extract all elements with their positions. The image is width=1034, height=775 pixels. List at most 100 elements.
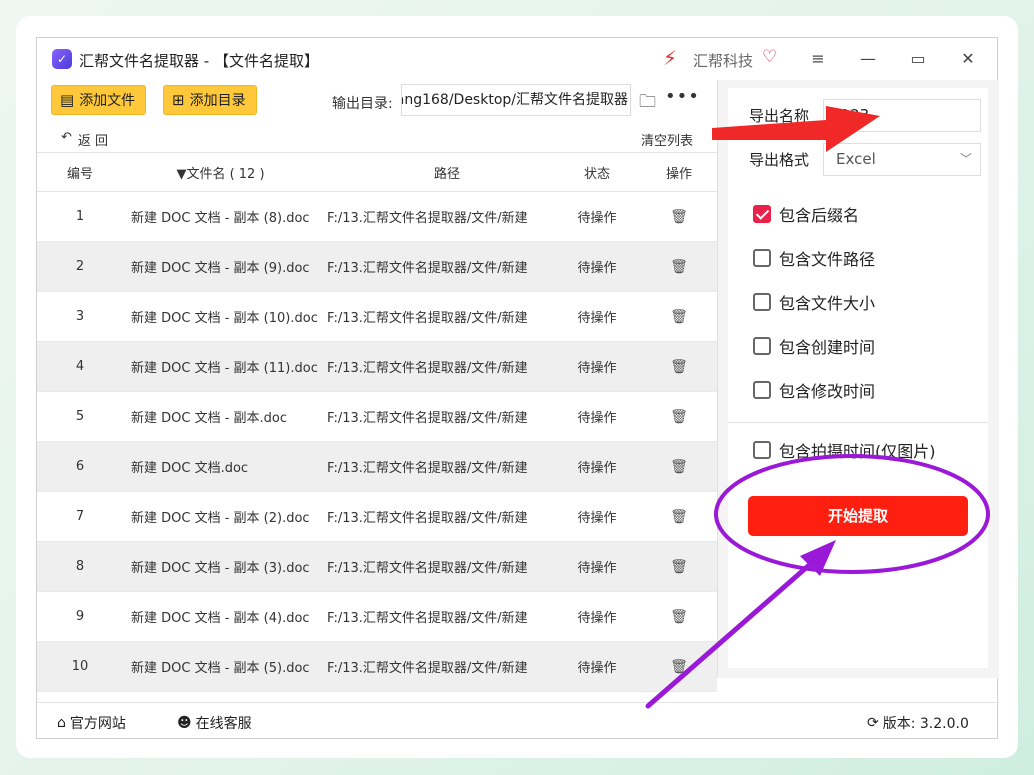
row-filename: 新建 DOC 文档 - 副本 (2).doc bbox=[131, 511, 310, 526]
table-row[interactable]: 1 新建 DOC 文档 - 副本 (8).doc F:/13.汇帮文件名提取器/文件… bbox=[37, 192, 717, 242]
output-dir-value: ang168/Desktop/汇帮文件名提取器 bbox=[401, 92, 628, 108]
minimize-icon[interactable]: — bbox=[855, 48, 881, 70]
file-table-body: 1 新建 DOC 文档 - 副本 (8).doc F:/13.汇帮文件名提取器/文件… bbox=[37, 192, 717, 702]
delete-button[interactable]: 🗑 bbox=[649, 192, 709, 241]
trash-icon: 🗑 bbox=[670, 358, 688, 375]
table-row[interactable]: 6 新建 DOC 文档.doc F:/13.汇帮文件名提取器/文件/新建... 待操作… bbox=[37, 442, 717, 492]
header-filename[interactable]: ▼文件名 ( 12 ) bbox=[123, 153, 318, 191]
delete-button[interactable]: 🗑 bbox=[649, 442, 709, 491]
row-status: 待操作 bbox=[577, 211, 617, 226]
delete-button[interactable]: 🗑 bbox=[649, 242, 709, 291]
folder-open-icon[interactable]: 🗀 bbox=[639, 89, 656, 118]
row-filename: 新建 DOC 文档 - 副本 (4).doc bbox=[131, 611, 310, 626]
delete-button[interactable]: 🗑 bbox=[649, 542, 709, 591]
option-checkbox-row[interactable]: 包含文件大小 bbox=[753, 290, 875, 314]
row-status: 待操作 bbox=[577, 361, 617, 376]
table-header: 编号 ▼文件名 ( 12 ) 路径 状态 操作 bbox=[37, 152, 717, 192]
row-status: 待操作 bbox=[577, 311, 617, 326]
row-status: 待操作 bbox=[577, 461, 617, 476]
row-status: 待操作 bbox=[577, 511, 617, 526]
heart-badge-icon[interactable]: ♡ bbox=[762, 47, 777, 67]
option-checkbox-row[interactable]: 包含文件路径 bbox=[753, 246, 875, 270]
delete-button[interactable]: 🗑 bbox=[649, 292, 709, 341]
option-label: 包含拍摄时间(仅图片) bbox=[779, 442, 936, 461]
checkbox[interactable] bbox=[753, 441, 771, 459]
option-checkbox-row[interactable]: 包含后缀名 bbox=[753, 202, 859, 226]
delete-button[interactable]: 🗑 bbox=[649, 392, 709, 441]
add-file-button[interactable]: ▤ 添加文件 bbox=[51, 85, 147, 115]
header-number: 编号 bbox=[66, 166, 93, 182]
trash-icon: 🗑 bbox=[670, 308, 688, 325]
table-row[interactable]: 9 新建 DOC 文档 - 副本 (4).doc F:/13.汇帮文件名提取器/文件… bbox=[37, 592, 717, 642]
checkbox[interactable] bbox=[753, 337, 771, 355]
option-checkbox-row[interactable]: 包含修改时间 bbox=[753, 378, 875, 402]
row-number: 7 bbox=[75, 509, 85, 524]
table-row[interactable]: 10 新建 DOC 文档 - 副本 (5).doc F:/13.汇帮文件名提取器/文… bbox=[37, 642, 717, 692]
table-row[interactable]: 4 新建 DOC 文档 - 副本 (11).doc F:/13.汇帮文件名提取器/文… bbox=[37, 342, 717, 392]
option-label: 包含文件大小 bbox=[779, 294, 876, 313]
export-name-input[interactable]: 1123 bbox=[823, 99, 981, 132]
lightning-icon: ⚡ bbox=[663, 46, 678, 70]
output-dir-input[interactable]: ang168/Desktop/汇帮文件名提取器 bbox=[401, 84, 631, 116]
row-status: 待操作 bbox=[577, 411, 617, 426]
row-filename: 新建 DOC 文档 - 副本 (3).doc bbox=[131, 561, 310, 576]
row-filename: 新建 DOC 文档 - 副本.doc bbox=[131, 411, 288, 426]
row-path: F:/13.汇帮文件名提取器/文件/新建... bbox=[327, 511, 527, 526]
export-name-label: 导出名称 bbox=[749, 107, 810, 125]
checkbox[interactable] bbox=[753, 381, 771, 399]
settings-pane: 导出名称 1123 导出格式 Excel ﹀ 包含后缀名 包含文件路径 包含文件大小… bbox=[717, 80, 999, 678]
option-checkbox-row[interactable]: 包含创建时间 bbox=[753, 334, 875, 358]
trash-icon: 🗑 bbox=[670, 658, 688, 675]
official-website-link[interactable]: ⌂ 官方网站 bbox=[57, 713, 126, 733]
row-status: 待操作 bbox=[577, 661, 617, 676]
row-number: 8 bbox=[75, 559, 85, 574]
delete-button[interactable]: 🗑 bbox=[649, 642, 709, 691]
delete-button[interactable]: 🗑 bbox=[649, 342, 709, 391]
checkbox[interactable] bbox=[753, 205, 771, 223]
row-path: F:/13.汇帮文件名提取器/文件/新建... bbox=[327, 261, 527, 276]
menu-icon[interactable]: ≡ bbox=[805, 48, 831, 70]
table-row[interactable]: 3 新建 DOC 文档 - 副本 (10).doc F:/13.汇帮文件名提取器/文… bbox=[37, 292, 717, 342]
table-row[interactable]: 7 新建 DOC 文档 - 副本 (2).doc F:/13.汇帮文件名提取器/文件… bbox=[37, 492, 717, 542]
row-path: F:/13.汇帮文件名提取器/文件/新建... bbox=[327, 561, 527, 576]
row-filename: 新建 DOC 文档 - 副本 (8).doc bbox=[131, 211, 310, 226]
delete-button[interactable]: 🗑 bbox=[649, 492, 709, 541]
official-website-label: 官方网站 bbox=[69, 716, 126, 732]
back-button[interactable]: ↶ 返 回 bbox=[61, 130, 108, 149]
export-format-select[interactable]: Excel ﹀ bbox=[823, 143, 981, 176]
row-status: 待操作 bbox=[577, 561, 617, 576]
support-agent-icon: ☻ bbox=[177, 715, 192, 731]
table-row[interactable]: 8 新建 DOC 文档 - 副本 (3).doc F:/13.汇帮文件名提取器/文件… bbox=[37, 542, 717, 592]
online-support-link[interactable]: ☻ 在线客服 bbox=[177, 713, 252, 733]
status-bar: ⌂ 官方网站 ☻ 在线客服 ⟳ 版本: 3.2.0.0 bbox=[37, 702, 999, 740]
back-arrow-icon: ↶ bbox=[61, 130, 72, 145]
checkbox[interactable] bbox=[753, 293, 771, 311]
settings-card: 导出名称 1123 导出格式 Excel ﹀ 包含后缀名 包含文件路径 包含文件大小… bbox=[728, 88, 988, 668]
start-extract-button[interactable]: 开始提取 bbox=[748, 496, 968, 536]
header-operation: 操作 bbox=[665, 166, 692, 182]
close-icon[interactable]: ✕ bbox=[955, 48, 981, 70]
app-window: ✓ 汇帮文件名提取器 - 【文件名提取】 ⚡ 汇帮科技 ♡ ≡ — ▭ ✕ ▤ … bbox=[36, 37, 999, 740]
online-support-label: 在线客服 bbox=[195, 716, 252, 732]
chevron-down-icon: ﹀ bbox=[959, 152, 972, 166]
refresh-icon: ⟳ bbox=[867, 715, 879, 731]
add-directory-button[interactable]: ⊞ 添加目录 bbox=[163, 85, 257, 115]
folder-add-icon: ⊞ bbox=[172, 91, 185, 109]
row-filename: 新建 DOC 文档 - 副本 (11).doc bbox=[131, 361, 318, 376]
checkbox[interactable] bbox=[753, 249, 771, 267]
clear-list-button[interactable]: 清空列表 bbox=[641, 130, 693, 149]
row-path: F:/13.汇帮文件名提取器/文件/新建... bbox=[327, 211, 527, 226]
maximize-icon[interactable]: ▭ bbox=[905, 48, 931, 70]
row-status: 待操作 bbox=[577, 611, 617, 626]
more-options-icon[interactable]: ••• bbox=[665, 86, 700, 107]
add-directory-label: 添加目录 bbox=[189, 93, 246, 109]
delete-button[interactable]: 🗑 bbox=[649, 592, 709, 641]
table-row[interactable]: 5 新建 DOC 文档 - 副本.doc F:/13.汇帮文件名提取器/文件/新建.… bbox=[37, 392, 717, 442]
row-filename: 新建 DOC 文档 - 副本 (10).doc bbox=[131, 311, 318, 326]
table-row[interactable]: 2 新建 DOC 文档 - 副本 (9).doc F:/13.汇帮文件名提取器/文件… bbox=[37, 242, 717, 292]
row-number: 6 bbox=[75, 459, 85, 474]
option-label: 包含后缀名 bbox=[779, 206, 860, 225]
option-checkbox-row[interactable]: 包含拍摄时间(仅图片) bbox=[753, 438, 936, 462]
app-logo-icon: ✓ bbox=[52, 49, 72, 69]
version-info[interactable]: ⟳ 版本: 3.2.0.0 bbox=[867, 713, 969, 733]
